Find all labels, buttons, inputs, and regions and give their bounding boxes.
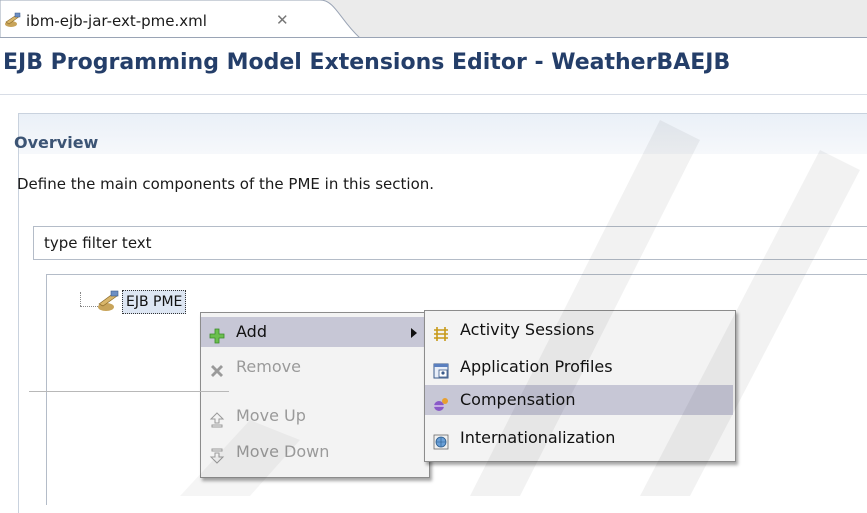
editor-tab[interactable]: ibm-ejb-jar-ext-pme.xml ✕ xyxy=(0,0,360,38)
section-description: Define the main components of the PME in… xyxy=(17,175,435,193)
menu-item-label: Activity Sessions xyxy=(460,320,595,339)
menu-item-move-down[interactable]: Move Down xyxy=(201,437,427,467)
tree-node-ejb-pme[interactable]: EJB PME xyxy=(122,290,187,314)
editor-title: EJB Programming Model Extensions Editor … xyxy=(3,50,731,75)
title-divider xyxy=(0,94,867,95)
menu-item-label: Internationalization xyxy=(460,428,616,447)
submenu-item-internationalization[interactable]: Internationalization xyxy=(425,423,733,453)
menu-item-remove[interactable]: Remove xyxy=(201,352,427,382)
menu-item-add[interactable]: Add xyxy=(201,317,427,347)
editor-tab-strip: ibm-ejb-jar-ext-pme.xml ✕ xyxy=(0,0,867,38)
submenu-item-compensation[interactable]: Compensation xyxy=(425,385,733,415)
internationalization-icon xyxy=(433,430,449,450)
close-icon[interactable]: ✕ xyxy=(276,11,289,29)
tab-strip-border xyxy=(0,37,867,38)
submenu-item-application-profiles[interactable]: Application Profiles xyxy=(425,352,733,382)
menu-separator xyxy=(29,391,229,392)
remove-icon xyxy=(209,359,225,377)
tree-connector xyxy=(80,292,82,306)
menu-item-label: Move Down xyxy=(236,442,330,461)
tab-label: ibm-ejb-jar-ext-pme.xml xyxy=(26,12,207,30)
pme-editor-icon xyxy=(4,12,22,28)
move-up-icon xyxy=(209,408,225,428)
submenu-arrow-icon xyxy=(411,328,417,338)
menu-item-label: Add xyxy=(236,322,267,341)
menu-item-label: Move Up xyxy=(236,406,306,425)
filter-input[interactable] xyxy=(33,226,867,260)
menu-item-label: Application Profiles xyxy=(460,357,613,376)
menu-item-label: Remove xyxy=(236,357,301,376)
activity-sessions-icon xyxy=(433,322,449,341)
add-icon xyxy=(209,324,225,344)
section-header xyxy=(19,113,867,154)
application-profiles-icon xyxy=(433,359,449,379)
pme-node-icon xyxy=(96,290,120,312)
submenu-item-activity-sessions[interactable]: Activity Sessions xyxy=(425,315,733,345)
compensation-icon xyxy=(433,392,449,411)
menu-item-label: Compensation xyxy=(460,390,576,409)
move-down-icon xyxy=(209,444,225,464)
section-title[interactable]: Overview xyxy=(14,133,98,152)
menu-item-move-up[interactable]: Move Up xyxy=(201,401,427,431)
